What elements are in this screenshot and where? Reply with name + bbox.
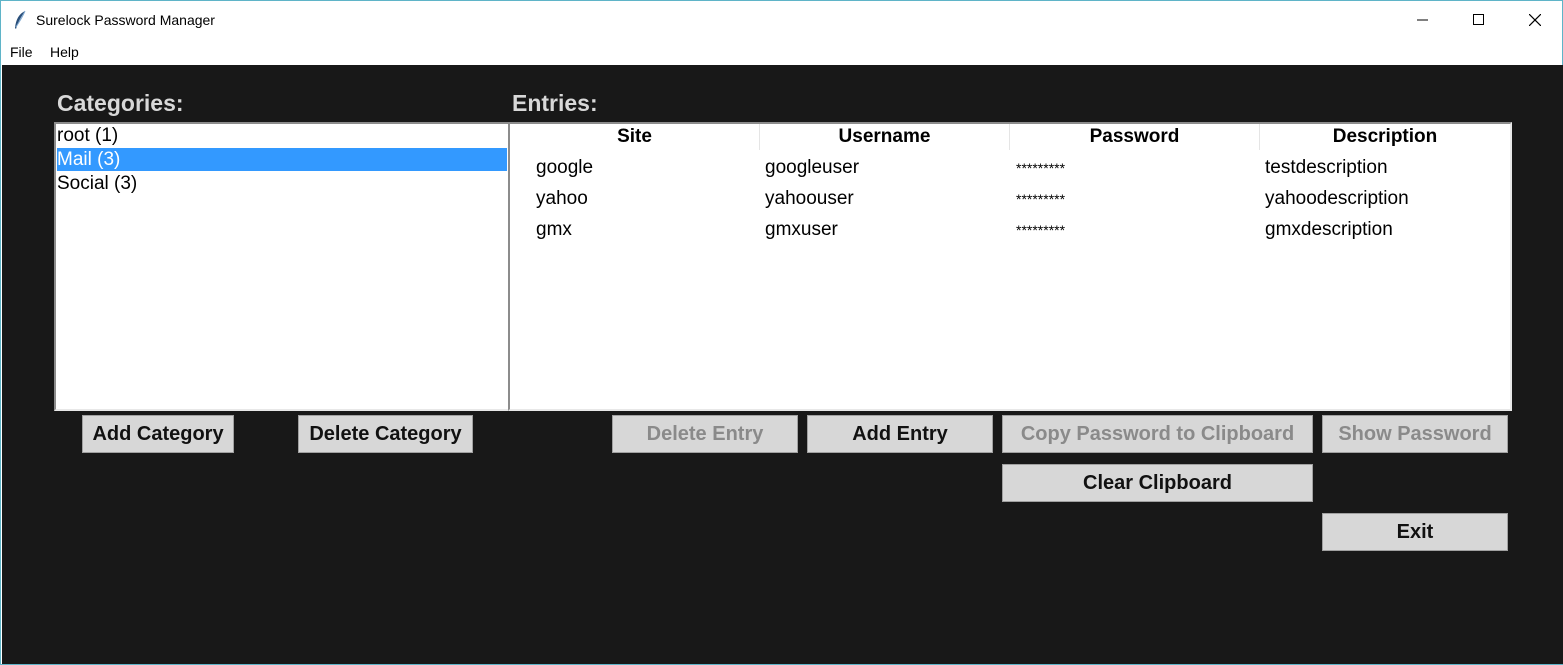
cell-password: *********: [1016, 191, 1066, 207]
minimize-icon: [1417, 19, 1428, 21]
cell-site: yahoo: [536, 188, 588, 209]
copy-password-button[interactable]: Copy Password to Clipboard: [1002, 415, 1313, 453]
menu-bar: File Help: [1, 39, 1562, 65]
exit-button[interactable]: Exit: [1322, 513, 1508, 551]
minimize-button[interactable]: [1395, 1, 1451, 39]
maximize-icon: [1473, 14, 1484, 25]
cell-password: *********: [1016, 160, 1066, 176]
maximize-button[interactable]: [1451, 1, 1507, 39]
entries-label: Entries:: [512, 90, 598, 116]
delete-entry-button[interactable]: Delete Entry: [612, 415, 798, 453]
column-header-site[interactable]: Site: [510, 124, 760, 150]
category-item-mail[interactable]: Mail (3): [57, 148, 507, 171]
title-bar[interactable]: Surelock Password Manager: [1, 1, 1562, 39]
cell-site: gmx: [536, 219, 572, 240]
column-header-password[interactable]: Password: [1010, 124, 1260, 150]
delete-category-button[interactable]: Delete Category: [298, 415, 473, 453]
categories-listbox[interactable]: root (1) Mail (3) Social (3): [54, 122, 510, 411]
entries-table[interactable]: Site Username Password Description googl…: [508, 122, 1512, 411]
feather-icon: [15, 10, 26, 29]
cell-description: yahoodescription: [1265, 188, 1409, 209]
close-button[interactable]: [1507, 1, 1563, 39]
main-panel: Categories: Entries: root (1) Mail (3) S…: [2, 65, 1563, 664]
app-window: Surelock Password Manager File Help Cate…: [0, 0, 1563, 665]
cell-username: yahoouser: [765, 188, 854, 209]
add-category-button[interactable]: Add Category: [82, 415, 234, 453]
category-item-social[interactable]: Social (3): [57, 172, 507, 195]
close-icon: [1529, 14, 1541, 26]
cell-username: googleuser: [765, 157, 860, 178]
cell-description: gmxdescription: [1265, 219, 1393, 240]
column-header-username[interactable]: Username: [760, 124, 1010, 150]
window-title: Surelock Password Manager: [36, 12, 215, 28]
clear-clipboard-button[interactable]: Clear Clipboard: [1002, 464, 1313, 502]
categories-label: Categories:: [57, 90, 184, 116]
menu-help[interactable]: Help: [50, 44, 79, 60]
column-header-description[interactable]: Description: [1260, 124, 1510, 150]
add-entry-button[interactable]: Add Entry: [807, 415, 993, 453]
menu-file[interactable]: File: [10, 44, 33, 60]
cell-site: google: [536, 157, 594, 178]
show-password-button[interactable]: Show Password: [1322, 415, 1508, 453]
cell-username: gmxuser: [765, 219, 838, 240]
cell-description: testdescription: [1265, 157, 1388, 178]
category-item-root[interactable]: root (1): [57, 124, 507, 147]
cell-password: *********: [1016, 222, 1066, 238]
